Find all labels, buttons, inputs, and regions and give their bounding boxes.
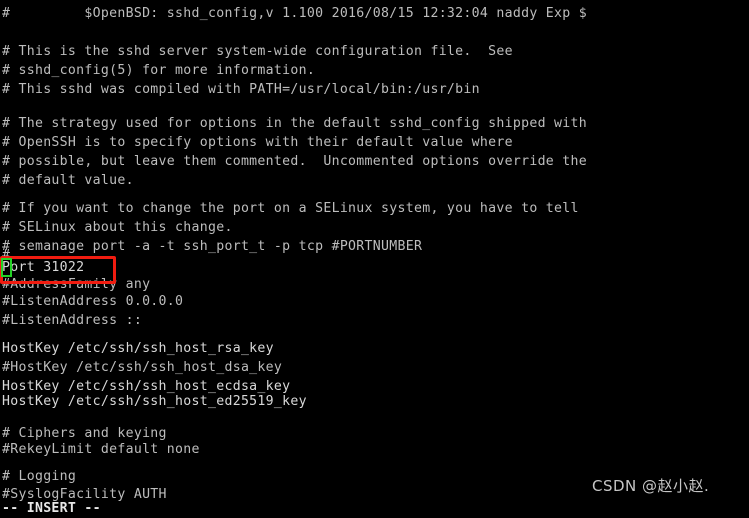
code-line: # SELinux about this change. [2, 220, 233, 235]
code-line: #ListenAddress :: [2, 313, 143, 328]
vim-status-line: -- INSERT -- [2, 501, 101, 516]
code-line: # possible, but leave them commented. Un… [2, 154, 588, 169]
code-line: # This is the sshd server system-wide co… [2, 44, 513, 59]
code-line: # semanage port -a -t ssh_port_t -p tcp … [2, 239, 423, 254]
code-line: # sshd_config(5) for more information. [2, 63, 316, 78]
code-line: HostKey /etc/ssh/ssh_host_rsa_key [2, 341, 274, 356]
code-line: #HostKey /etc/ssh/ssh_host_dsa_key [2, 360, 283, 375]
code-line: #RekeyLimit default none [2, 442, 200, 457]
code-line: HostKey /etc/ssh/ssh_host_ed25519_key [2, 394, 307, 409]
code-line: # The strategy used for options in the d… [2, 116, 588, 131]
code-line: # OpenSSH is to specify options with the… [2, 135, 513, 150]
code-line: # default value. [2, 173, 134, 188]
vim-editor-buffer[interactable]: # $OpenBSD: sshd_config,v 1.100 2016/08/… [0, 0, 749, 512]
csdn-watermark: CSDN @赵小赵. [592, 477, 710, 495]
code-line: # Logging [2, 469, 77, 484]
terminal-window: # $OpenBSD: sshd_config,v 1.100 2016/08/… [0, 0, 749, 516]
code-line: # If you want to change the port on a SE… [2, 201, 579, 216]
code-line: # $OpenBSD: sshd_config,v 1.100 2016/08/… [2, 6, 588, 21]
code-line: #ListenAddress 0.0.0.0 [2, 294, 184, 309]
code-line: # This sshd was compiled with PATH=/usr/… [2, 82, 480, 97]
